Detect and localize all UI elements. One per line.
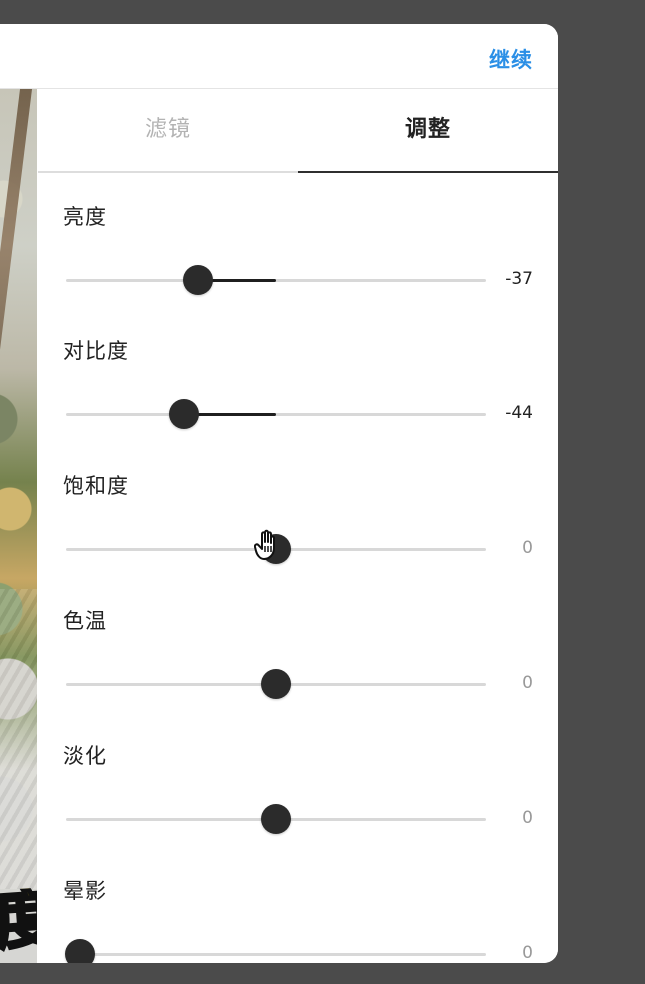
brightness-value: -37 — [505, 269, 533, 289]
contrast-value: -44 — [505, 403, 533, 423]
saturation-slider[interactable] — [66, 529, 486, 564]
vignette-label: 晕影 — [63, 879, 107, 903]
color-temperature-value: 0 — [522, 673, 533, 693]
contrast-label: 对比度 — [63, 339, 129, 363]
fade-slider[interactable] — [66, 804, 486, 834]
tab-adjust[interactable]: 调整 — [298, 89, 558, 173]
adjustment-panel: 滤镜 调整 亮度 -37 对比度 -44 饱和度 0 色温 0 淡化 0 晕影 … — [38, 89, 558, 963]
saturation-value: 0 — [522, 538, 533, 558]
image-overlay-text: 度 — [0, 887, 37, 961]
contrast-slider-thumb[interactable] — [168, 399, 199, 429]
vignette-control: 晕影 0 — [38, 845, 558, 963]
color-temperature-slider[interactable] — [66, 669, 486, 699]
color-temperature-control: 色温 0 — [38, 575, 558, 710]
brightness-slider-thumb[interactable] — [183, 265, 214, 295]
contrast-control: 对比度 -44 — [38, 305, 558, 440]
vignette-slider[interactable] — [65, 939, 486, 963]
hand-cursor-icon — [254, 529, 275, 560]
vignette-value: 0 — [522, 943, 533, 963]
tab-filters[interactable]: 滤镜 — [38, 89, 298, 171]
brightness-control: 亮度 -37 — [38, 171, 558, 306]
fade-control: 淡化 0 — [38, 710, 558, 845]
photo-edit-dialog: 继续 度 滤镜 调整 亮度 -37 对比度 -44 饱和度 0 色温 0 淡化 … — [0, 24, 558, 963]
vignette-slider-thumb[interactable] — [65, 939, 95, 963]
top-bar: 继续 — [0, 24, 558, 89]
fade-label: 淡化 — [63, 744, 107, 768]
adjustment-controls: 亮度 -37 对比度 -44 饱和度 0 色温 0 淡化 0 晕影 0 — [38, 171, 558, 963]
brightness-slider[interactable] — [66, 265, 486, 295]
continue-button[interactable]: 继续 — [489, 44, 533, 74]
color-temperature-slider-thumb[interactable] — [261, 669, 291, 699]
color-temperature-label: 色温 — [63, 609, 107, 633]
image-preview: 度 — [0, 89, 37, 963]
editor-tabs: 滤镜 调整 — [38, 89, 558, 173]
brightness-label: 亮度 — [63, 205, 107, 229]
contrast-slider[interactable] — [66, 399, 486, 429]
photo-editor-screen: 继续 度 滤镜 调整 亮度 -37 对比度 -44 饱和度 0 色温 0 淡化 … — [0, 0, 645, 984]
saturation-slider-thumb[interactable] — [254, 529, 291, 564]
fade-slider-thumb[interactable] — [261, 804, 291, 834]
fade-value: 0 — [522, 808, 533, 828]
saturation-label: 饱和度 — [63, 474, 129, 498]
saturation-control: 饱和度 0 — [38, 440, 558, 575]
